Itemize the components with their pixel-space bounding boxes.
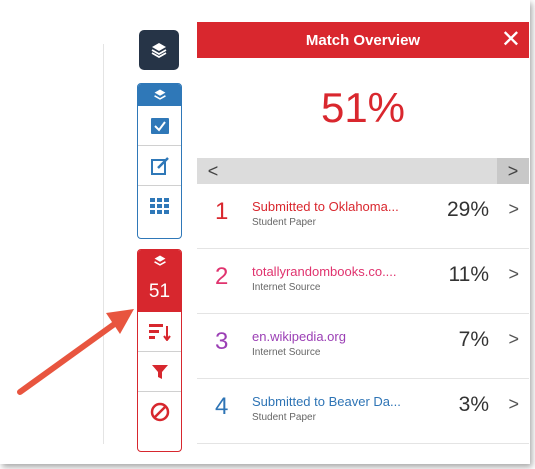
layers-toggle-button[interactable] [139, 30, 179, 70]
exclude-icon [150, 402, 169, 421]
match-source-type: Student Paper [252, 412, 316, 423]
layers-icon [153, 255, 166, 266]
layers-icon [151, 43, 167, 59]
match-rank: 1 [215, 198, 229, 225]
match-source-type: Internet Source [252, 282, 321, 293]
chevron-right-icon[interactable]: > [508, 329, 519, 350]
chevron-right-icon[interactable]: > [497, 158, 529, 184]
rubric-button[interactable] [138, 185, 181, 225]
match-overview-panel: Match Overview ✕ 51% < > 1 Submitted to O… [197, 22, 529, 462]
grid-icon [149, 197, 169, 214]
chevron-right-icon[interactable]: > [508, 199, 519, 220]
match-percent: 11% [448, 263, 489, 286]
similarity-tools-group: 51 [137, 249, 182, 452]
panel-header: Match Overview ✕ [197, 22, 529, 58]
grading-tools-group [137, 83, 182, 239]
sort-icon [148, 323, 171, 341]
match-source-title[interactable]: en.wikipedia.org [252, 329, 427, 344]
match-row[interactable]: 4 Submitted to Beaver Da... Student Paper 3… [197, 379, 529, 444]
match-rank: 2 [215, 263, 229, 290]
filter-icon [151, 364, 168, 379]
divider-line [103, 44, 104, 444]
match-source-title[interactable]: Submitted to Oklahoma... [252, 199, 427, 214]
filters-button[interactable] [138, 351, 181, 391]
chevron-right-icon[interactable]: > [508, 394, 519, 415]
match-list: 1 Submitted to Oklahoma... Student Paper 29… [197, 184, 529, 444]
similarity-layer-header[interactable] [138, 250, 181, 272]
exclude-sources-button[interactable] [138, 391, 181, 431]
close-icon[interactable]: ✕ [501, 25, 521, 54]
comment-button[interactable] [138, 145, 181, 185]
match-percent: 3% [458, 393, 489, 416]
chevron-left-icon[interactable]: < [197, 158, 229, 184]
grading-layer-header[interactable] [138, 84, 181, 106]
similarity-score: 51 [148, 281, 171, 302]
checkbox-icon [150, 117, 169, 134]
source-scrollbar[interactable]: < > [197, 158, 529, 184]
match-rank: 4 [215, 393, 229, 420]
match-rank: 3 [215, 328, 229, 355]
quickmark-button[interactable] [138, 106, 181, 145]
match-source-title[interactable]: Submitted to Beaver Da... [252, 394, 427, 409]
match-row[interactable]: 1 Submitted to Oklahoma... Student Paper 29… [197, 184, 529, 249]
panel-title: Match Overview [305, 31, 421, 49]
edit-icon [150, 156, 169, 175]
match-percent: 29% [446, 198, 489, 221]
match-percent: 7% [458, 328, 489, 351]
match-source-title[interactable]: totallyrandombooks.co.... [252, 264, 427, 279]
all-sources-button[interactable] [138, 312, 181, 351]
match-overview-button[interactable]: 51 [138, 272, 181, 312]
chevron-right-icon[interactable]: > [508, 264, 519, 285]
match-row[interactable]: 2 totallyrandombooks.co.... Internet Sourc… [197, 249, 529, 314]
overall-similarity: 51% [320, 84, 406, 131]
match-source-type: Internet Source [252, 347, 321, 358]
match-source-type: Student Paper [252, 217, 316, 228]
layers-icon [153, 89, 166, 100]
match-row[interactable]: 3 en.wikipedia.org Internet Source 7% > [197, 314, 529, 379]
